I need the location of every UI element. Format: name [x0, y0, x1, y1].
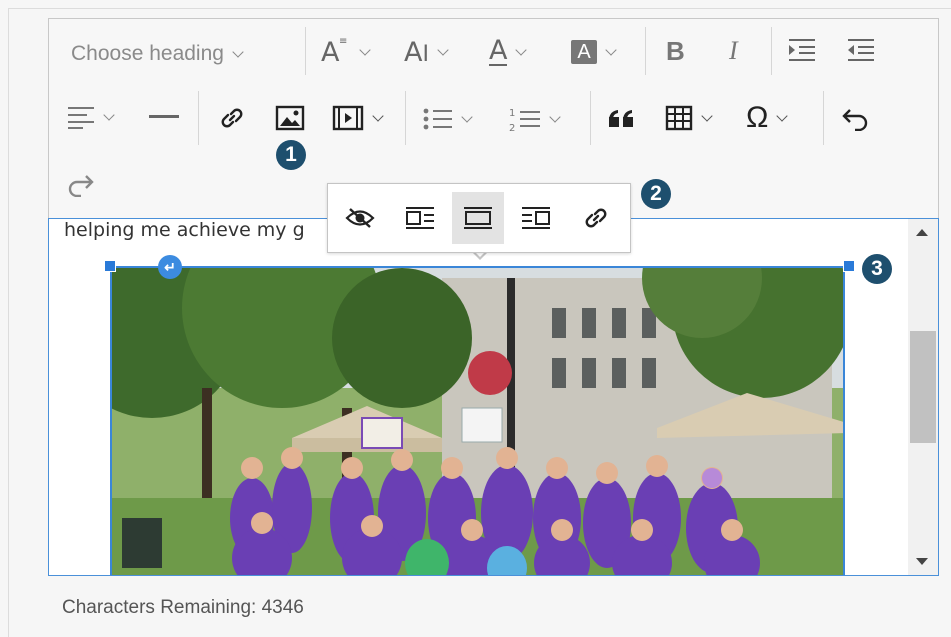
chevron-down-icon: [372, 109, 384, 122]
chevron-down-icon: [461, 110, 473, 123]
chevron-down-icon: [437, 43, 449, 56]
resize-handle-top-right[interactable]: [843, 260, 855, 272]
bold-button[interactable]: B: [666, 33, 685, 69]
indent-button[interactable]: [787, 37, 817, 63]
editor-scrollbar[interactable]: [908, 219, 938, 575]
toolbar-separator: [645, 27, 646, 75]
wrap-right-button[interactable]: [510, 192, 562, 244]
chevron-down-icon: [605, 43, 617, 56]
horizontal-line-button[interactable]: [149, 115, 179, 118]
quote-icon: [609, 110, 633, 127]
media-icon: [332, 105, 364, 131]
callout-marker-1: 1: [276, 140, 306, 170]
bulleted-list-dropdown[interactable]: [423, 107, 473, 131]
svg-text:1: 1: [509, 108, 515, 119]
image-balloon-toolbar: [327, 183, 631, 253]
wrap-center-button[interactable]: [452, 192, 504, 244]
toolbar-separator: [823, 91, 824, 145]
indent-icon: [789, 39, 815, 61]
scroll-up-icon[interactable]: [916, 229, 928, 236]
redo-button[interactable]: [65, 173, 95, 197]
insert-image-button[interactable]: [275, 105, 305, 131]
toggle-caption-button[interactable]: [334, 192, 386, 244]
bulleted-list-icon: [423, 108, 452, 130]
font-color-dropdown[interactable]: A: [489, 35, 528, 69]
block-quote-button[interactable]: [608, 109, 636, 129]
chevron-down-icon: [515, 43, 528, 56]
image-link-button[interactable]: [570, 192, 622, 244]
redo-icon: [68, 175, 94, 197]
italic-button[interactable]: I: [729, 33, 738, 69]
link-icon: [221, 108, 243, 128]
link-button[interactable]: [217, 103, 247, 133]
font-color-icon: A: [489, 35, 508, 66]
bold-icon: B: [666, 35, 685, 66]
italic-icon: I: [729, 36, 738, 65]
image-icon: [275, 105, 305, 131]
special-characters-dropdown[interactable]: Ω: [746, 101, 789, 135]
resize-handle-top-left[interactable]: [104, 260, 116, 272]
omega-icon: Ω: [746, 101, 769, 134]
insert-paragraph-before-icon[interactable]: ↵: [158, 255, 182, 279]
eye-slash-icon: [345, 208, 375, 228]
toolbar-separator: [305, 27, 306, 75]
wrap-left-button[interactable]: [394, 192, 446, 244]
chevron-down-icon: [359, 43, 372, 56]
font-size-dropdown[interactable]: A ≡: [321, 35, 372, 69]
editor-paragraph: helping me achieve my g: [64, 219, 305, 241]
outdent-icon: [848, 39, 874, 61]
callout-marker-2: 2: [641, 179, 671, 209]
svg-text:2: 2: [509, 123, 515, 133]
heading-dropdown[interactable]: Choose heading: [71, 37, 244, 71]
insert-media-dropdown[interactable]: [332, 105, 384, 131]
wrap-right-icon: [522, 207, 550, 229]
numbered-list-icon: 12: [509, 108, 540, 133]
insert-table-dropdown[interactable]: [665, 105, 713, 131]
toolbar-separator: [198, 91, 199, 145]
link-icon: [585, 208, 607, 228]
characters-remaining: Characters Remaining: 4346: [62, 597, 304, 618]
chevron-down-icon: [103, 108, 115, 121]
horizontal-line-icon: [149, 115, 179, 118]
undo-button[interactable]: [841, 107, 871, 131]
alignment-dropdown[interactable]: [67, 105, 115, 129]
undo-icon: [842, 109, 868, 131]
editor-content-area[interactable]: helping me achieve my g: [48, 218, 939, 576]
wrap-left-icon: [406, 207, 434, 229]
scroll-thumb[interactable]: [910, 331, 936, 443]
font-family-icon: AI: [404, 36, 429, 68]
callout-marker-3: 3: [862, 254, 892, 284]
font-family-dropdown[interactable]: AI: [404, 35, 449, 69]
toolbar-separator: [590, 91, 591, 145]
numbered-list-dropdown[interactable]: 12: [509, 105, 561, 133]
heading-dropdown-label: Choose heading: [71, 42, 224, 65]
selected-image[interactable]: [110, 266, 845, 575]
font-size-icon: A ≡: [321, 35, 348, 68]
outdent-button[interactable]: [846, 37, 876, 63]
background-color-icon: A: [571, 40, 597, 64]
group-photo: [112, 268, 843, 575]
toolbar-separator: [405, 91, 406, 145]
chevron-down-icon: [232, 45, 244, 58]
scroll-down-icon[interactable]: [916, 558, 928, 565]
background-color-dropdown[interactable]: A: [571, 35, 617, 69]
chevron-down-icon: [549, 110, 561, 123]
wrap-center-icon: [464, 207, 492, 229]
chevron-down-icon: [701, 109, 713, 122]
chevron-down-icon: [776, 109, 789, 122]
align-left-icon: [68, 107, 94, 129]
toolbar-separator: [771, 27, 772, 75]
table-icon: [665, 105, 693, 131]
